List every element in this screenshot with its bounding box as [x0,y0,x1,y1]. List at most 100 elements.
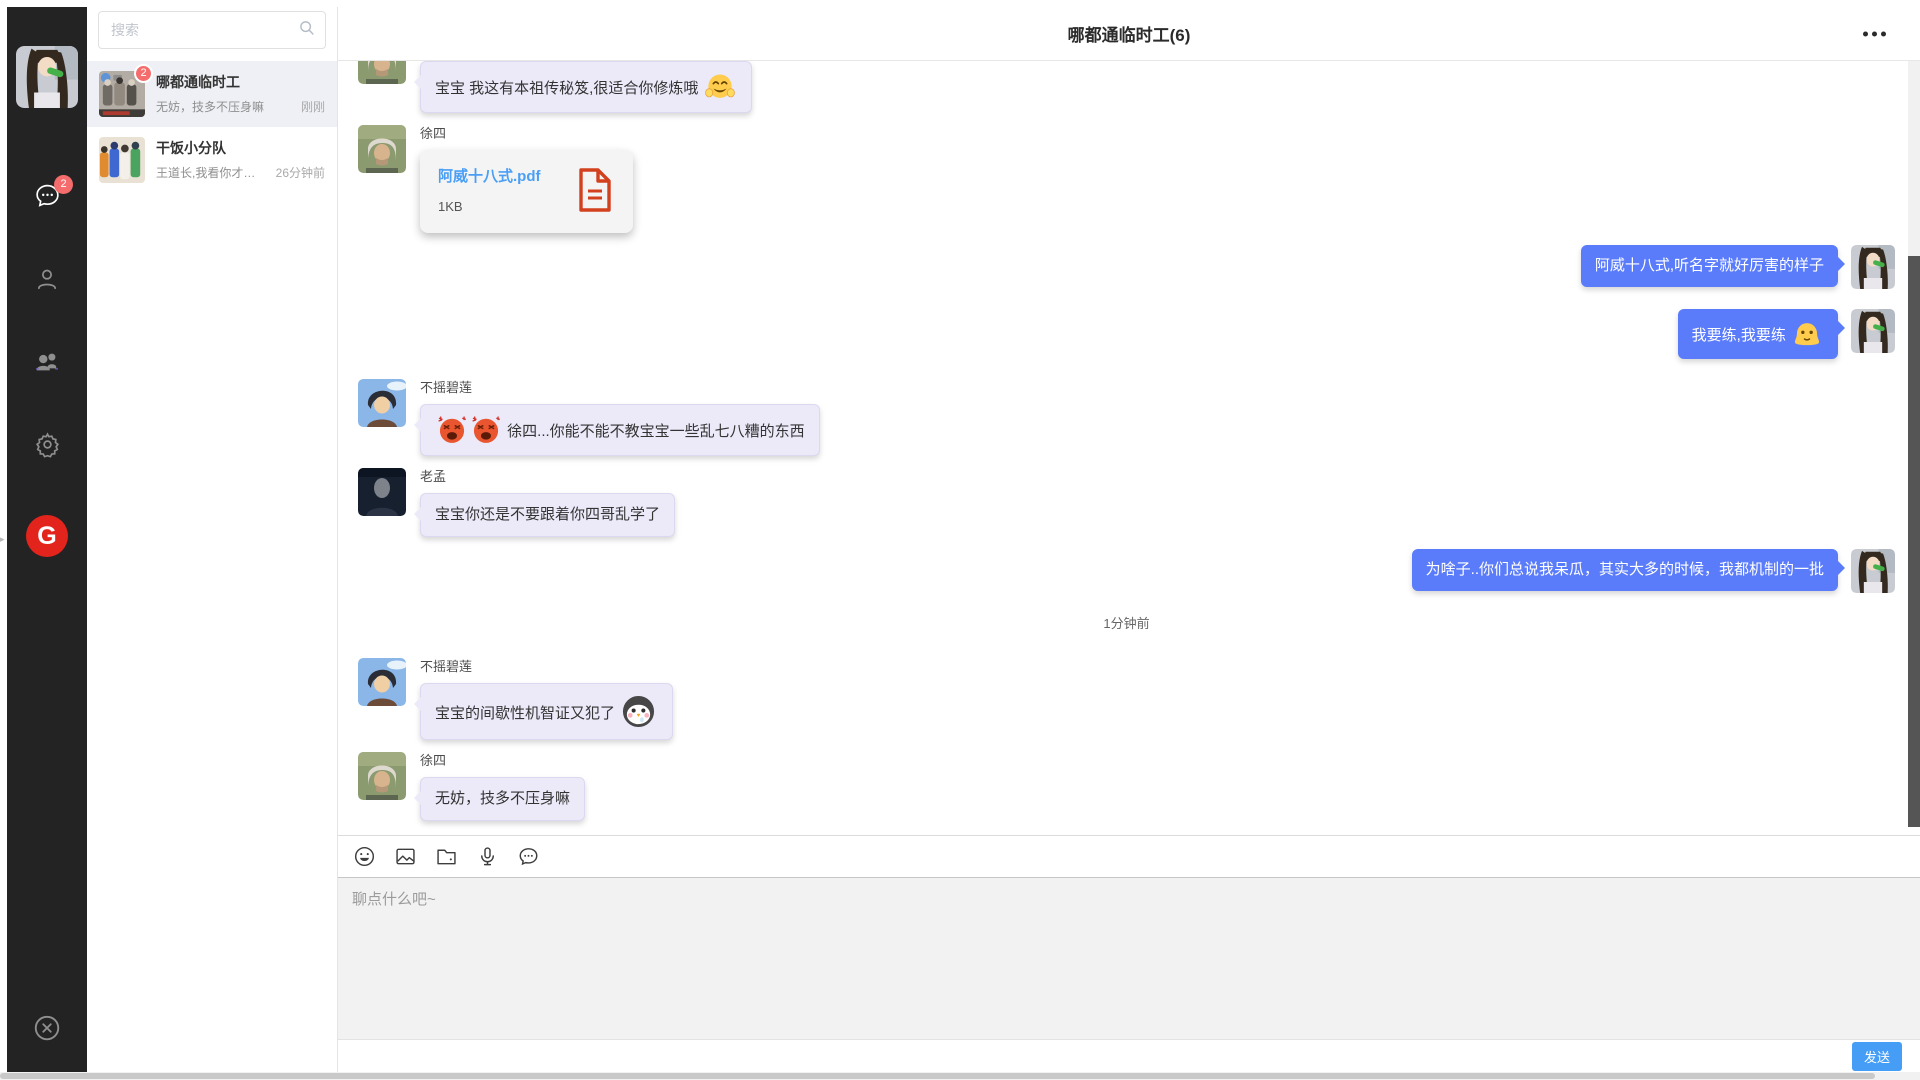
composer-footer: 发送 [338,1039,1920,1072]
message-row: 我要练,我要练 [358,309,1895,359]
emoji-angry-face [437,415,467,445]
ellipsis-icon [1863,31,1868,36]
message-bubble: 无妨，技多不压身嘛 [420,777,585,821]
sender-name: 不摇碧莲 [420,379,820,397]
avatar[interactable] [1851,549,1895,593]
emoji-penguin-sticker [621,694,656,729]
search-input[interactable] [109,21,298,39]
avatar[interactable] [358,125,406,173]
group-avatar: 2 [99,71,145,117]
message-row: 徐四阿威十八式.pdf 1KB [358,125,1895,233]
emoji-angry-face [471,415,501,445]
horizontal-scrollbar-thumb[interactable] [0,1073,1875,1079]
close-button[interactable] [32,1013,62,1048]
avatar[interactable] [358,61,406,84]
chat-list-panel: 2 哪都通临时工 无妨，技多不压身嘛 刚刚 干饭小分队 王道长,我看你才… 26… [87,7,338,1072]
message-column: 徐四阿威十八式.pdf 1KB [420,125,633,233]
group-icon [33,348,61,381]
user-avatar[interactable] [16,46,78,108]
conversation-panel: 哪都通临时工(6) 徐四宝宝 我这有本祖传秘笈,很适合你修炼哦 徐四阿威十八式.… [338,7,1920,1072]
message-bubble: 阿威十八式,听名字就好厉害的样子 [1581,245,1838,287]
sender-name: 老孟 [420,468,675,486]
search-icon[interactable] [298,19,315,41]
message-input[interactable] [338,878,1920,1039]
chat-list-item[interactable]: 干饭小分队 王道长,我看你才… 26分钟前 [87,127,337,193]
chat-item-title: 哪都通临时工 [156,73,325,92]
sidebar-item-groups[interactable] [33,350,61,378]
message-row: 不摇碧莲宝宝的间歇性机智证又犯了 [358,658,1895,740]
chat-item-time: 26分钟前 [276,164,325,181]
sender-name: 徐四 [420,125,633,143]
message-list: 徐四宝宝 我这有本祖传秘笈,很适合你修炼哦 徐四阿威十八式.pdf1KB阿威十八… [358,61,1895,821]
pdf-file-icon [575,167,615,218]
message-area: 徐四宝宝 我这有本祖传秘笈,很适合你修炼哦 徐四阿威十八式.pdf1KB阿威十八… [338,61,1920,835]
image-picker-icon[interactable] [393,845,417,869]
search-row [87,7,337,61]
sender-name: 不摇碧莲 [420,658,673,676]
message-row: 为啥子..你们总说我呆瓜，其实大多的时候，我都机制的一批 [358,549,1895,593]
close-circle-icon [32,1030,62,1047]
emoji-melting-face [1792,319,1822,349]
message-row: 徐四无妨，技多不压身嘛 [358,752,1895,821]
chat-item-main: 干饭小分队 王道长,我看你才… 26分钟前 [156,139,325,181]
avatar[interactable] [1851,245,1895,289]
unread-badge: 2 [134,64,153,83]
message-row: 不摇碧莲 徐四...你能不能不教宝宝一些乱七八糟的东西 [358,379,1895,456]
horizontal-scrollbar-track[interactable] [0,1072,1920,1080]
message-column: 徐四宝宝 我这有本祖传秘笈,很适合你修炼哦 [420,61,752,113]
chat-item-main: 哪都通临时工 无妨，技多不压身嘛 刚刚 [156,73,325,115]
file-size: 1KB [438,199,541,214]
file-name: 阿威十八式.pdf [438,167,541,186]
nav-sidebar: 2 [7,7,87,1072]
message-row: 阿威十八式,听名字就好厉害的样子 [358,245,1895,289]
message-column: 不摇碧莲宝宝的间歇性机智证又犯了 [420,658,673,740]
unread-badge: 2 [54,175,73,194]
composer-toolbar [338,835,1920,877]
chat-item-preview: 无妨，技多不压身嘛 [156,98,295,115]
sender-name: 徐四 [420,752,585,770]
chat-list-item[interactable]: 2 哪都通临时工 无妨，技多不压身嘛 刚刚 [87,61,337,127]
message-column: 老孟宝宝你还是不要跟着你四哥乱学了 [420,468,675,537]
message-bubble: 为啥子..你们总说我呆瓜，其实大多的时候，我都机制的一批 [1412,549,1838,591]
sidebar-item-settings[interactable] [33,433,61,461]
chat-item-time: 刚刚 [301,98,325,115]
vertical-scrollbar-track[interactable] [1908,61,1920,827]
folder-icon[interactable] [434,845,458,869]
group-avatar [99,137,145,183]
more-menu-button[interactable] [1857,25,1892,42]
chat-app-window: 2 [7,7,1920,1072]
microphone-icon[interactable] [475,845,499,869]
message-row: 徐四宝宝 我这有本祖传秘笈,很适合你修炼哦 [358,61,1895,113]
chat-item-preview: 王道长,我看你才… [156,164,270,181]
file-info: 阿威十八式.pdf 1KB [438,167,541,214]
conversation-title: 哪都通临时工(6) [1068,21,1191,46]
chat-item-title: 干饭小分队 [156,139,325,158]
contacts-icon [34,266,60,297]
message-bubble: 宝宝的间歇性机智证又犯了 [420,683,673,740]
file-message-card[interactable]: 阿威十八式.pdf 1KB [420,150,633,233]
message-bubble: 我要练,我要练 [1678,309,1838,359]
message-row: 老孟宝宝你还是不要跟着你四哥乱学了 [358,468,1895,537]
avatar[interactable] [358,379,406,427]
vertical-scrollbar-thumb[interactable] [1908,256,1920,827]
emoji-hugging-face [705,72,735,102]
composer [338,877,1920,1039]
message-column: 徐四无妨，技多不压身嘛 [420,752,585,821]
conversation-header: 哪都通临时工(6) [338,7,1920,61]
time-divider: 1分钟前 [358,613,1895,632]
emoji-icon[interactable] [352,845,376,869]
panel-collapse-arrow[interactable]: ▸ [0,534,5,545]
sidebar-item-chats[interactable]: 2 [33,184,61,212]
message-bubble: 宝宝你还是不要跟着你四哥乱学了 [420,493,675,537]
chat-history-icon[interactable] [516,845,540,869]
avatar[interactable] [358,658,406,706]
send-button[interactable]: 发送 [1852,1042,1902,1071]
settings-gear-icon [34,431,61,463]
avatar[interactable] [358,752,406,800]
avatar[interactable] [358,468,406,516]
g-logo[interactable]: G [26,515,68,557]
sidebar-item-contacts[interactable] [33,267,61,295]
search-box [98,11,326,49]
message-bubble: 徐四...你能不能不教宝宝一些乱七八糟的东西 [420,404,820,456]
avatar[interactable] [1851,309,1895,353]
